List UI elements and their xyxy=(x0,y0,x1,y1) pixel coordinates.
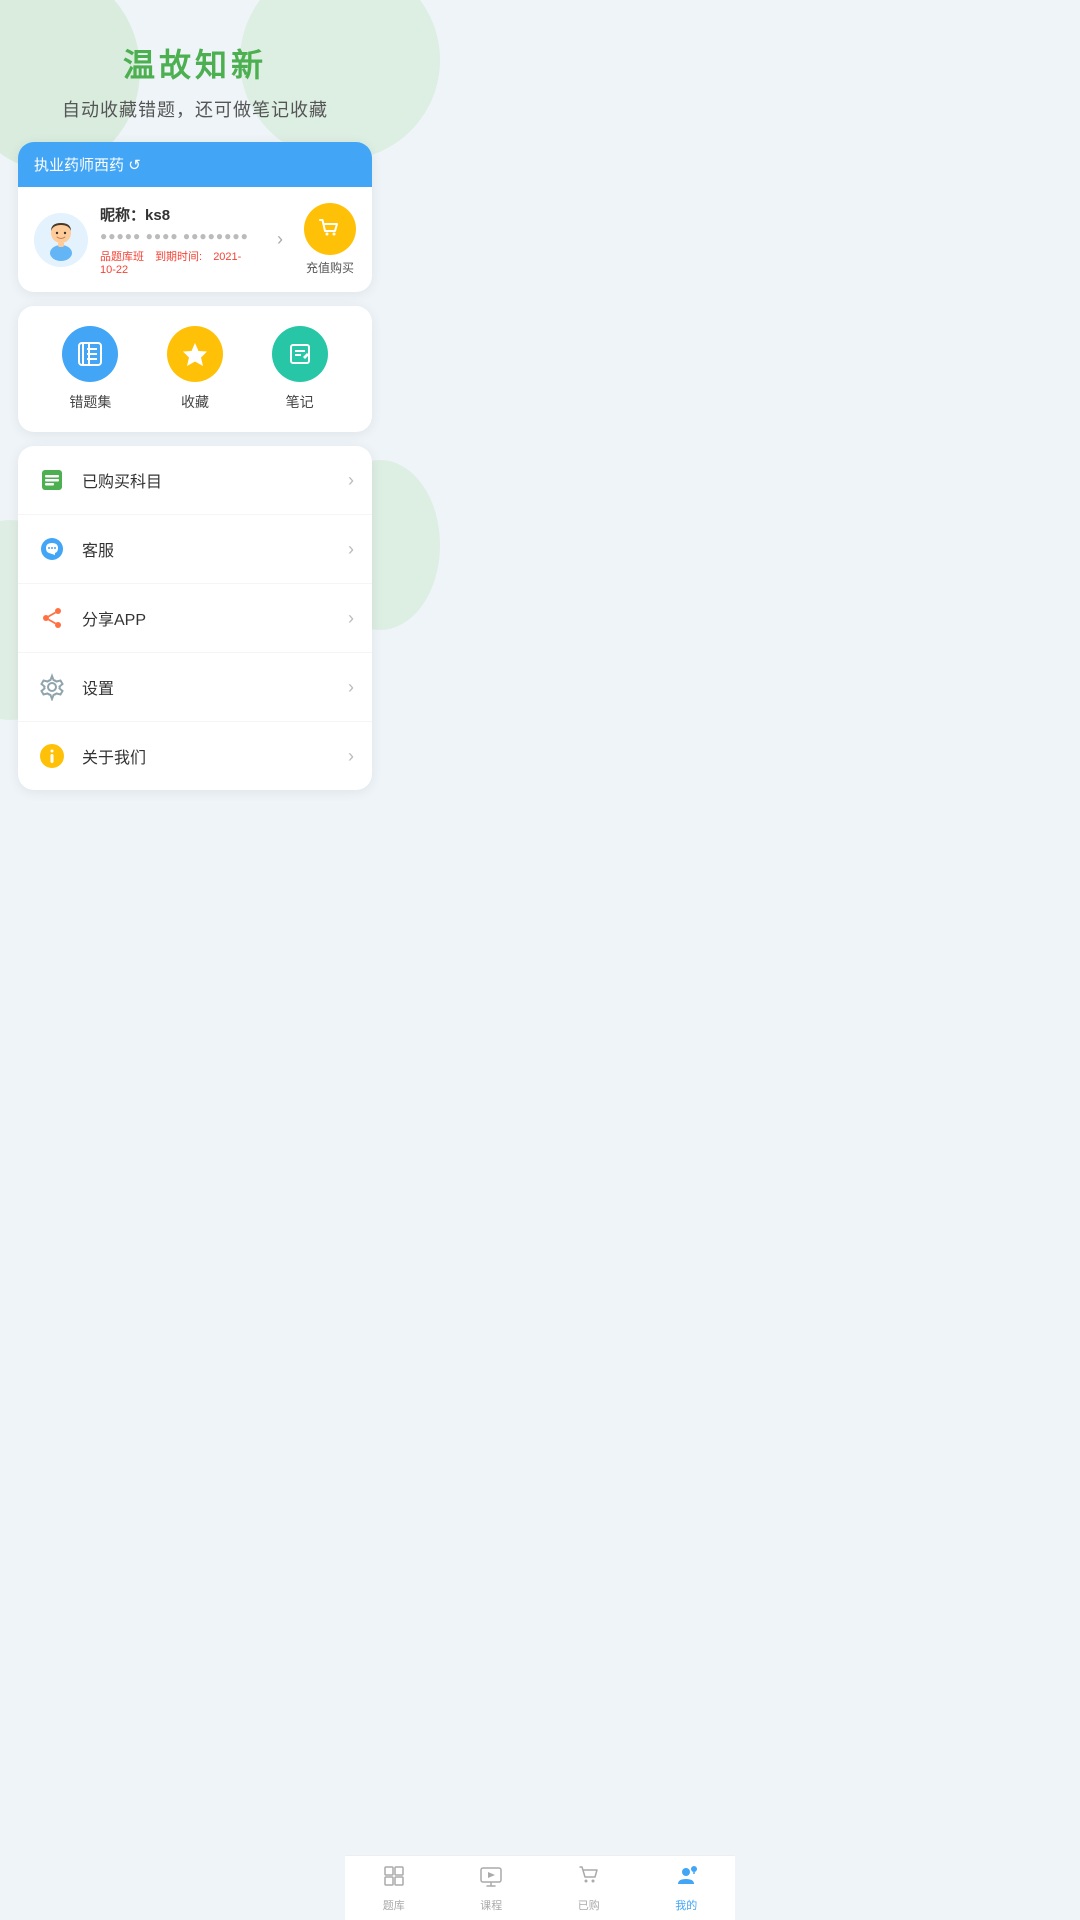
purchased-icon xyxy=(38,466,66,494)
settings-text: 设置 xyxy=(82,675,334,699)
settings-icon xyxy=(38,673,66,701)
profile-header-arrow: ↺ xyxy=(128,157,141,174)
avatar-illustration xyxy=(36,215,86,265)
service-icon xyxy=(38,535,66,563)
yigou-label: 已购 xyxy=(578,1897,600,1913)
notes-label: 笔记 xyxy=(286,392,314,412)
collect-label: 收藏 xyxy=(181,392,209,412)
kecheng-icon xyxy=(479,1864,503,1894)
profile-chevron[interactable]: › xyxy=(268,228,292,252)
feature-wrong[interactable]: 错题集 xyxy=(62,326,118,412)
menu-item-purchased[interactable]: 已购买科目 › xyxy=(18,446,372,515)
tiku-icon xyxy=(382,1864,406,1894)
membership-row: 品题库班 到期时间: 2021-10-22 xyxy=(100,248,256,276)
menu-item-about[interactable]: 关于我们 › xyxy=(18,722,372,790)
share-text: 分享APP xyxy=(82,606,334,630)
nickname-prefix: 昵称： xyxy=(100,207,145,224)
nickname-row: 昵称：ks8 xyxy=(100,204,256,225)
yigou-icon xyxy=(577,1864,601,1894)
uid-placeholder: ●●●●● ●●●● ●●●●●●●● xyxy=(100,229,249,243)
recharge-button[interactable]: 充值购买 xyxy=(304,203,356,276)
share-chevron: › xyxy=(348,608,354,629)
profile-card-body: 昵称：ks8 ●●●●● ●●●● ●●●●●●●● 品题库班 到期时间: 20… xyxy=(18,187,372,292)
wrong-questions-icon xyxy=(75,339,105,369)
recharge-icon xyxy=(304,203,356,255)
hero-title: 温故知新 xyxy=(20,40,370,86)
collect-icon-circle xyxy=(167,326,223,382)
nav-tiku[interactable]: 题库 xyxy=(345,1856,443,1920)
recharge-label: 充值购买 xyxy=(306,259,354,276)
profile-header-label: 执业药师西药 xyxy=(34,157,124,174)
share-icon-wrap xyxy=(36,602,68,634)
hero-subtitle: 自动收藏错题，还可做笔记收藏 xyxy=(20,96,370,122)
bottom-nav: 题库 课程 已购 xyxy=(345,1855,735,1920)
avatar[interactable] xyxy=(34,213,88,267)
nickname-value: ks8 xyxy=(145,207,170,224)
menu-item-service[interactable]: 客服 › xyxy=(18,515,372,584)
about-icon xyxy=(38,742,66,770)
nav-yigou[interactable]: 已购 xyxy=(540,1856,638,1920)
service-icon-wrap xyxy=(36,533,68,565)
service-text: 客服 xyxy=(82,537,334,561)
nav-wode[interactable]: 我的 xyxy=(638,1856,736,1920)
star-icon xyxy=(180,339,210,369)
tiku-icon-svg xyxy=(382,1864,406,1888)
profile-card-header: 执业药师西药 ↺ xyxy=(18,142,372,187)
cards-container: 执业药师西药 ↺ xyxy=(0,142,390,790)
purchased-chevron: › xyxy=(348,470,354,491)
wrong-icon-circle xyxy=(62,326,118,382)
feature-card: 错题集 收藏 笔记 xyxy=(18,306,372,432)
about-chevron: › xyxy=(348,746,354,767)
cart-icon xyxy=(316,215,344,243)
settings-icon-wrap xyxy=(36,671,68,703)
hero-section: 温故知新 自动收藏错题，还可做笔记收藏 xyxy=(0,0,390,142)
notes-icon xyxy=(285,339,315,369)
wode-icon-svg xyxy=(674,1864,698,1888)
kecheng-label: 课程 xyxy=(480,1897,502,1913)
menu-card: 已购买科目 › 客服 › xyxy=(18,446,372,790)
wode-icon xyxy=(674,1864,698,1894)
profile-info: 昵称：ks8 ●●●●● ●●●● ●●●●●●●● 品题库班 到期时间: 20… xyxy=(100,204,256,276)
share-icon xyxy=(38,604,66,632)
uid-row: ●●●●● ●●●● ●●●●●●●● xyxy=(100,229,256,243)
expiry-prefix: 到期时间: xyxy=(155,251,205,263)
page-content: 温故知新 自动收藏错题，还可做笔记收藏 执业药师西药 ↺ xyxy=(0,0,390,860)
about-text: 关于我们 xyxy=(82,744,334,768)
chevron-icon: › xyxy=(277,229,283,250)
menu-item-share[interactable]: 分享APP › xyxy=(18,584,372,653)
purchased-text: 已购买科目 xyxy=(82,468,334,492)
service-chevron: › xyxy=(348,539,354,560)
feature-notes[interactable]: 笔记 xyxy=(272,326,328,412)
nav-kecheng[interactable]: 课程 xyxy=(443,1856,541,1920)
feature-collect[interactable]: 收藏 xyxy=(167,326,223,412)
wode-label: 我的 xyxy=(675,1897,697,1913)
tiku-label: 题库 xyxy=(383,1897,405,1913)
settings-chevron: › xyxy=(348,677,354,698)
membership-text: 品题库班 xyxy=(100,251,144,263)
profile-card: 执业药师西药 ↺ xyxy=(18,142,372,292)
notes-icon-circle xyxy=(272,326,328,382)
menu-item-settings[interactable]: 设置 › xyxy=(18,653,372,722)
purchased-icon-wrap xyxy=(36,464,68,496)
about-icon-wrap xyxy=(36,740,68,772)
wrong-label: 错题集 xyxy=(69,392,111,412)
kecheng-icon-svg xyxy=(479,1864,503,1888)
yigou-icon-svg xyxy=(577,1864,601,1888)
